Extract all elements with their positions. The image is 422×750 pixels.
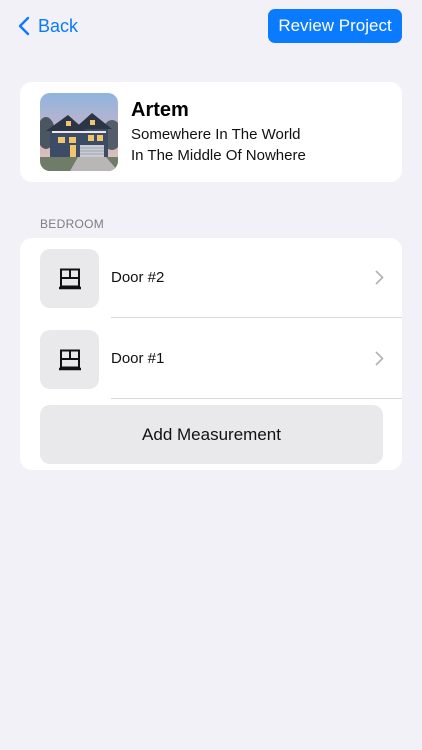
- door-icon: [40, 330, 99, 389]
- navigation-bar: Back Review Project: [0, 0, 422, 52]
- chevron-right-icon: [375, 270, 384, 290]
- project-name: Artem: [131, 99, 189, 121]
- house-photo: [40, 93, 118, 171]
- project-address-line-2: In The Middle Of Nowhere: [131, 147, 306, 164]
- project-card[interactable]: Artem Somewhere In The World In The Midd…: [20, 82, 402, 182]
- list-item-door-2[interactable]: Door #2: [20, 238, 402, 318]
- list-item-door-1[interactable]: Door #1: [20, 319, 402, 399]
- review-project-button[interactable]: Review Project: [268, 9, 402, 43]
- add-measurement-button[interactable]: Add Measurement: [40, 405, 383, 464]
- list-item-label: Door #1: [111, 350, 165, 367]
- divider: [111, 317, 402, 318]
- chevron-left-icon: [18, 16, 30, 36]
- project-address-line-1: Somewhere In The World: [131, 126, 301, 143]
- back-button[interactable]: Back: [18, 13, 78, 39]
- divider: [111, 398, 402, 399]
- section-header-bedroom: BEDROOM: [40, 217, 105, 231]
- back-label: Back: [38, 15, 79, 36]
- list-item-label: Door #2: [111, 269, 165, 286]
- chevron-right-icon: [375, 351, 384, 371]
- door-icon: [40, 249, 99, 308]
- bedroom-list: Door #2 Door #1 Add Measurement: [20, 238, 402, 470]
